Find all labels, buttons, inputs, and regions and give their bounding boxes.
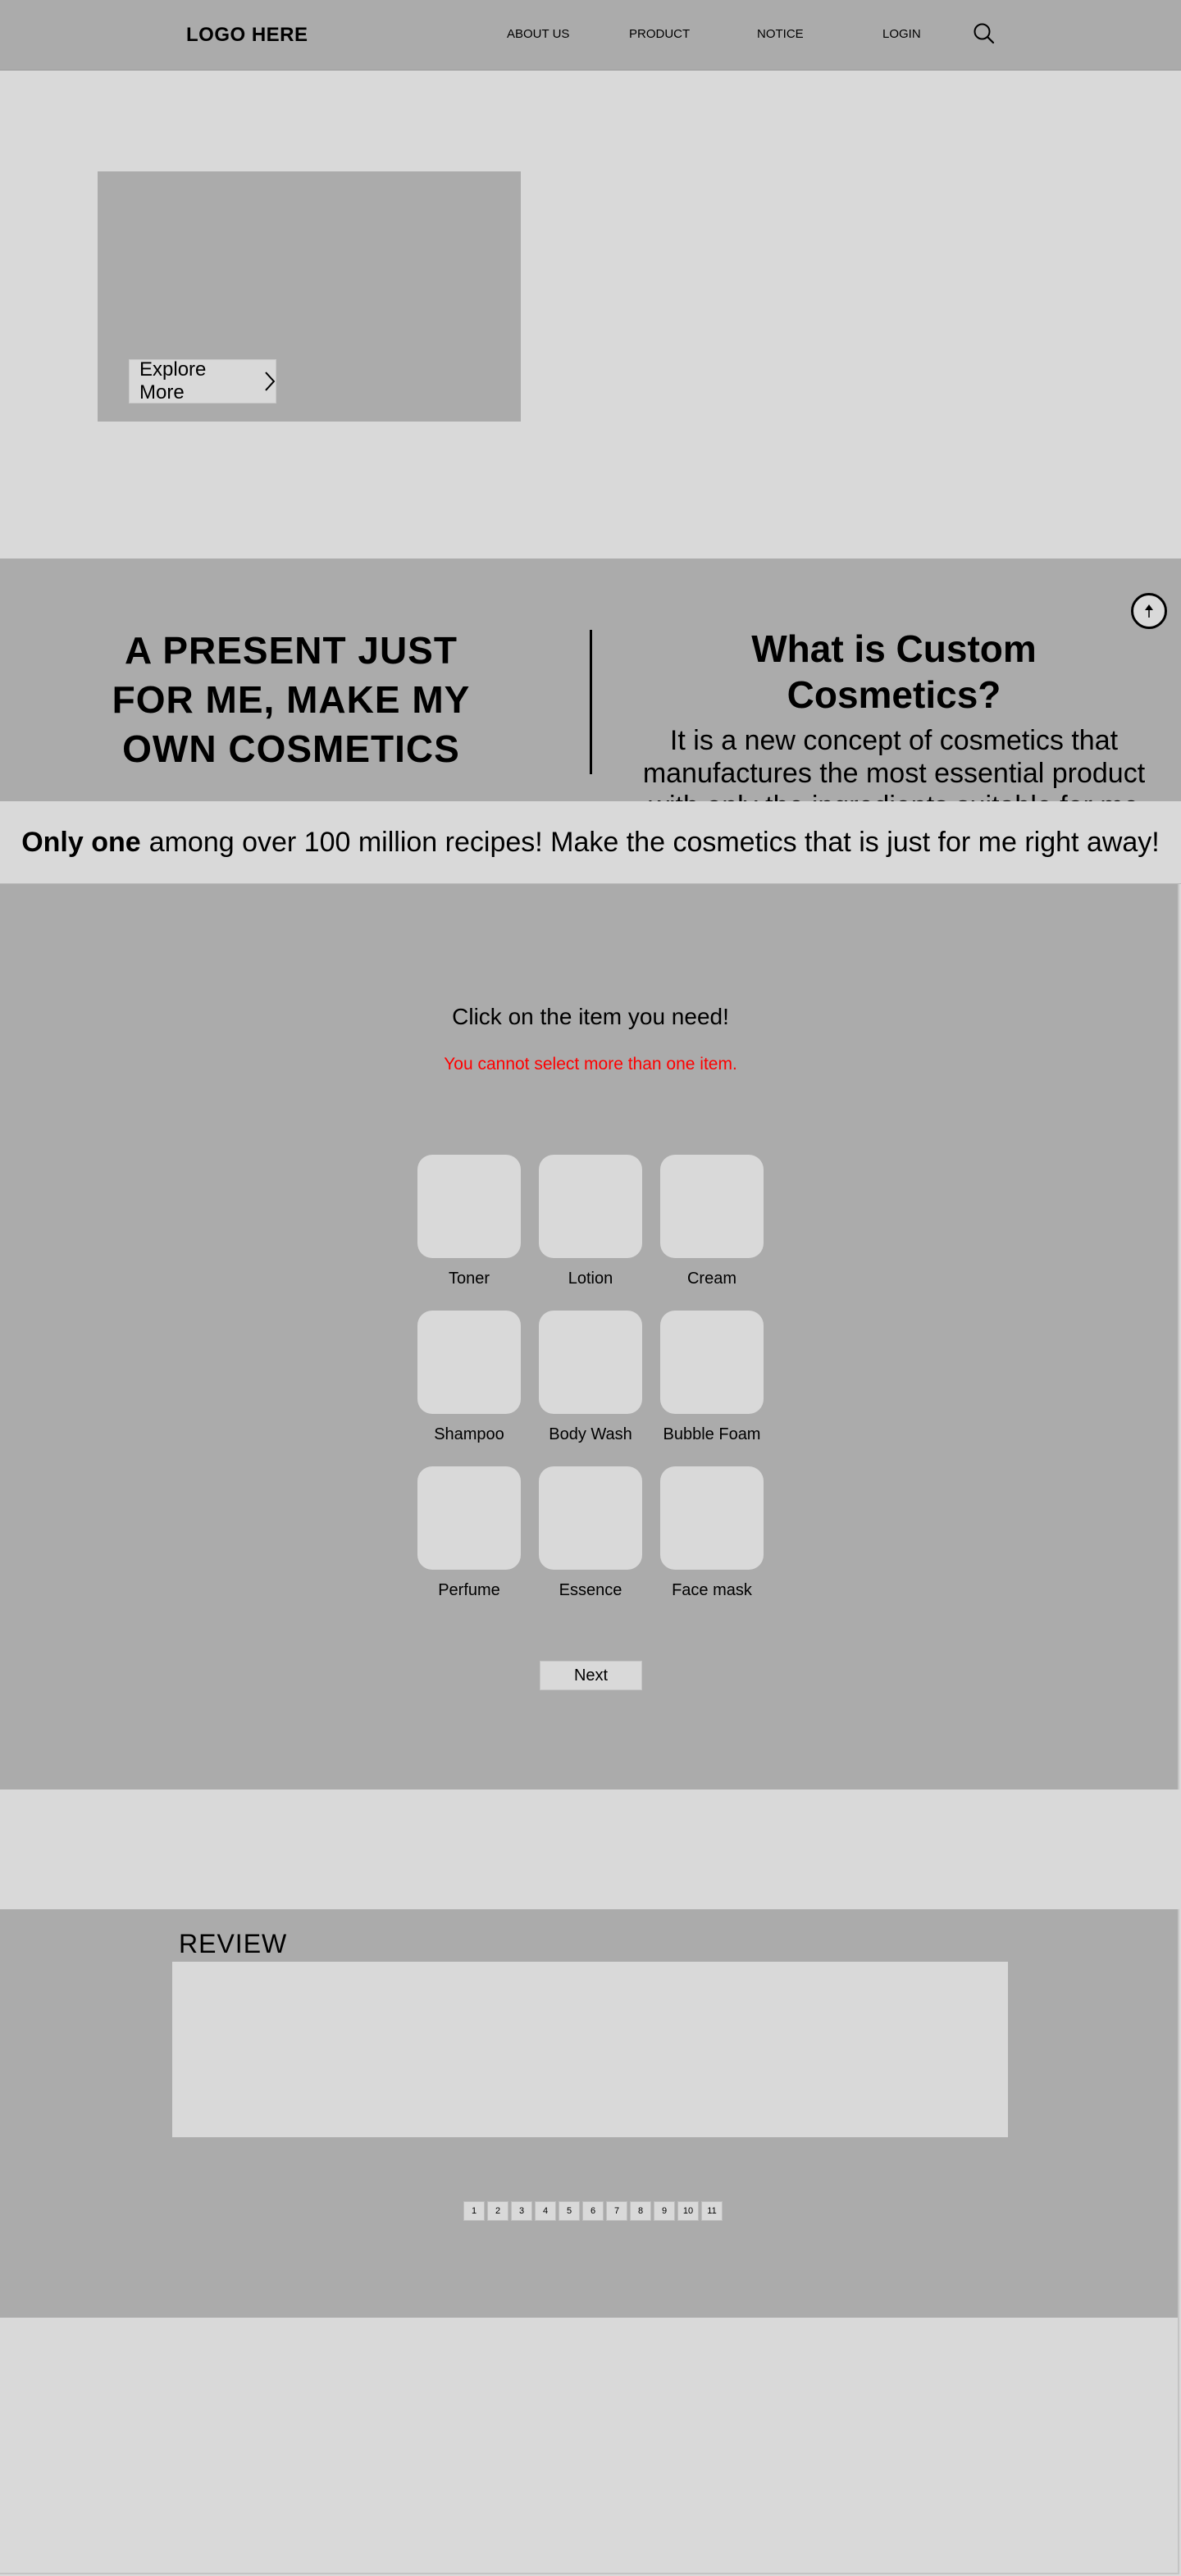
- item-tile[interactable]: [417, 1311, 521, 1414]
- review-panel: [172, 1962, 1008, 2137]
- page-button-9[interactable]: 9: [654, 2201, 675, 2221]
- item-tile[interactable]: [539, 1466, 642, 1570]
- item-shampoo[interactable]: Shampoo: [417, 1311, 521, 1444]
- nav-login[interactable]: LOGIN: [882, 27, 921, 41]
- page-button-10[interactable]: 10: [677, 2201, 699, 2221]
- section-spacer: [0, 1790, 1181, 1909]
- hero-banner: Explore More: [98, 171, 521, 422]
- item-label: Lotion: [568, 1270, 613, 1288]
- page-button-8[interactable]: 8: [630, 2201, 651, 2221]
- item-label: Shampoo: [434, 1425, 504, 1443]
- page-button-11[interactable]: 11: [701, 2201, 723, 2221]
- item-label: Essence: [559, 1581, 622, 1599]
- item-perfume[interactable]: Perfume: [417, 1466, 521, 1600]
- hero-section: Explore More: [0, 71, 1181, 559]
- item-tile[interactable]: [417, 1466, 521, 1570]
- item-tile[interactable]: [417, 1155, 521, 1258]
- next-button[interactable]: Next: [540, 1661, 642, 1690]
- page-button-4[interactable]: 4: [535, 2201, 556, 2221]
- selector-title: Click on the item you need!: [452, 1004, 729, 1029]
- site-header: LOGO HERE ABOUT US PRODUCT NOTICE LOGIN: [0, 0, 1181, 71]
- intro-description-block: What is Custom Cosmetics? It is a new co…: [640, 626, 1148, 823]
- page-button-1[interactable]: 1: [463, 2201, 485, 2221]
- item-lotion[interactable]: Lotion: [539, 1155, 642, 1288]
- nav-notice[interactable]: NOTICE: [757, 27, 804, 41]
- item-cream[interactable]: Cream: [660, 1155, 764, 1288]
- tagline-bold: Only one: [21, 826, 141, 858]
- item-body-wash[interactable]: Body Wash: [539, 1311, 642, 1444]
- arrow-up-icon: [1145, 604, 1153, 618]
- headline-line: A PRESENT JUST: [125, 629, 458, 672]
- nav-product[interactable]: PRODUCT: [629, 27, 690, 41]
- intro-headline: A PRESENT JUST FOR ME, MAKE MY OWN COSME…: [49, 626, 533, 773]
- page-button-3[interactable]: 3: [511, 2201, 532, 2221]
- scroll-to-top-button[interactable]: [1131, 593, 1167, 629]
- footer-area: [0, 2318, 1179, 2574]
- item-essence[interactable]: Essence: [539, 1466, 642, 1600]
- item-label: Toner: [448, 1270, 490, 1288]
- page-button-2[interactable]: 2: [487, 2201, 508, 2221]
- nav-about-us[interactable]: ABOUT US: [507, 27, 569, 41]
- logo[interactable]: LOGO HERE: [186, 24, 308, 47]
- item-tile[interactable]: [539, 1155, 642, 1258]
- intro-section: A PRESENT JUST FOR ME, MAKE MY OWN COSME…: [0, 559, 1181, 822]
- item-tile[interactable]: [660, 1466, 764, 1570]
- search-icon[interactable]: [973, 22, 996, 45]
- item-bubble-foam[interactable]: Bubble Foam: [660, 1311, 764, 1444]
- page-button-5[interactable]: 5: [559, 2201, 580, 2221]
- item-label: Cream: [686, 1270, 736, 1288]
- intro-divider: [590, 630, 592, 774]
- item-selector-section: Click on the item you need! You cannot s…: [0, 884, 1179, 1790]
- review-section: REVIEW 1 2 3 4 5 6 7 8 9 10 11: [0, 1909, 1179, 2318]
- intro-question: What is Custom Cosmetics?: [751, 627, 1037, 716]
- headline-line: OWN COSMETICS: [122, 727, 460, 770]
- item-label: Face mask: [672, 1581, 752, 1599]
- page-button-6[interactable]: 6: [582, 2201, 604, 2221]
- item-toner[interactable]: Toner: [417, 1155, 521, 1288]
- explore-more-label: Explore More: [139, 358, 207, 403]
- pagination: 1 2 3 4 5 6 7 8 9 10 11: [463, 2201, 723, 2221]
- review-title: REVIEW: [179, 1929, 288, 1958]
- item-label: Bubble Foam: [663, 1425, 761, 1443]
- tagline-text: among over 100 million recipes! Make the…: [148, 826, 1160, 858]
- item-face-mask[interactable]: Face mask: [660, 1466, 764, 1600]
- tagline: Only one among over 100 million recipes!…: [0, 801, 1181, 884]
- item-label: Body Wash: [549, 1425, 632, 1443]
- headline-line: FOR ME, MAKE MY: [112, 678, 471, 721]
- item-tile[interactable]: [660, 1155, 764, 1258]
- item-tile[interactable]: [539, 1311, 642, 1414]
- page-button-7[interactable]: 7: [606, 2201, 627, 2221]
- explore-more-button[interactable]: Explore More: [129, 358, 276, 403]
- item-label: Perfume: [438, 1581, 500, 1599]
- item-tile[interactable]: [660, 1311, 764, 1414]
- chevron-right-icon: [265, 372, 276, 391]
- selector-warning: You cannot select more than one item.: [444, 1055, 737, 1074]
